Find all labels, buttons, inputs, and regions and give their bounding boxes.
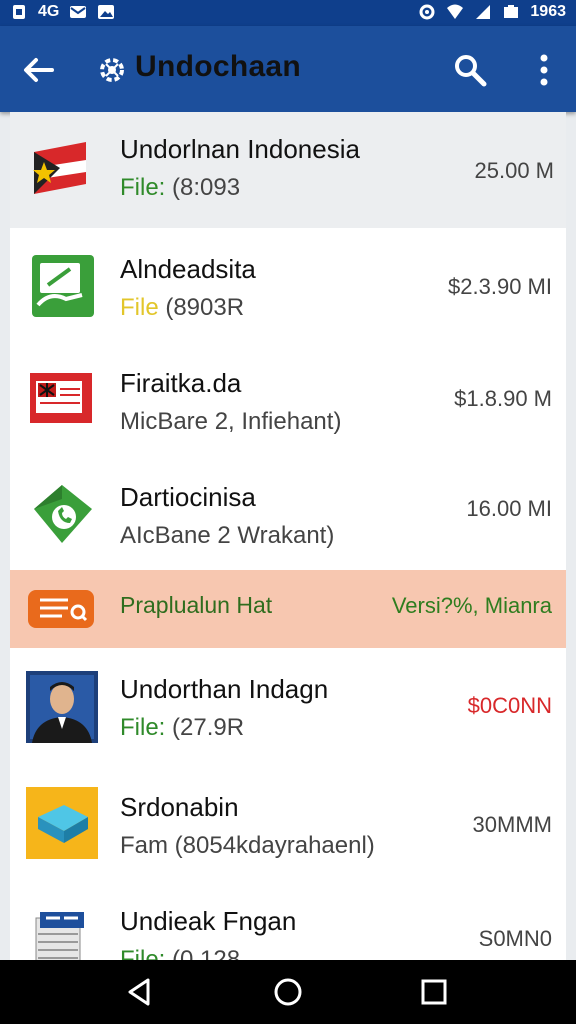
- mail-icon: [70, 6, 87, 18]
- file-value: Fam (8054kdayrahaenl): [120, 832, 375, 859]
- system-nav-bar: [0, 960, 576, 1024]
- item-subtitle: MicBare 2, Infiehant): [120, 408, 341, 436]
- file-value: (8903R: [158, 294, 245, 321]
- status-bar-left: 4G: [10, 3, 115, 21]
- signal-icon: [476, 5, 491, 19]
- gear-logo-icon: [100, 58, 124, 82]
- image-icon: [98, 5, 115, 19]
- clock: 1963: [530, 3, 566, 20]
- item-size: $1.8.90 M: [454, 386, 552, 411]
- app-title: Undochaan: [135, 50, 302, 83]
- item-size: $0C0NN: [467, 693, 552, 718]
- nav-recents-icon[interactable]: [416, 974, 452, 1010]
- search-icon[interactable]: [452, 52, 488, 88]
- item-subtitle: File (8903R: [120, 294, 244, 322]
- item-title: Srdonabin: [120, 792, 239, 822]
- nav-back-icon[interactable]: [122, 974, 158, 1010]
- blue-box-icon: [26, 787, 98, 859]
- arrow-left-icon[interactable]: [18, 50, 58, 90]
- orange-list-icon: [28, 590, 94, 628]
- item-size: S0MN0: [478, 926, 552, 951]
- green-phone-icon: [34, 485, 92, 543]
- item-subtitle: File: (0.128: [120, 946, 240, 960]
- flag-star-icon: [33, 142, 86, 194]
- item-size: 25.00 M: [474, 158, 555, 183]
- list-item[interactable]: Undorthan Indagn File: (27.9R $0C0NN: [10, 648, 566, 767]
- item-subtitle: Fam (8054kdayrahaenl): [120, 832, 375, 860]
- wifi-icon: [447, 4, 464, 19]
- list-item[interactable]: Undorlnan Indonesia File: (8:093 25.00 M: [10, 112, 566, 229]
- sync-icon: [419, 4, 435, 20]
- item-title: Alndeadsita: [120, 254, 256, 284]
- red-card-icon: [30, 373, 92, 423]
- status-bar: 4G 1963: [0, 0, 576, 26]
- app-list: Undorlnan Indonesia File: (8:093 25.00 M…: [10, 112, 566, 960]
- list-item[interactable]: Dartiocinisa AIcBane 2 Wrakant) 16.00 MI: [10, 456, 566, 571]
- item-size: $2.3.90 MI: [448, 274, 552, 299]
- item-title: Undorthan Indagn: [120, 674, 329, 704]
- file-label: File:: [120, 714, 166, 741]
- file-label: File:: [120, 946, 166, 960]
- app-bar: Undochaan: [0, 26, 576, 112]
- file-label: File: [120, 294, 159, 321]
- file-value: (27.9R: [165, 714, 245, 741]
- file-value: MicBare 2, Infiehant): [120, 408, 342, 435]
- item-version: Versi?%, Mianra: [391, 593, 552, 618]
- item-subtitle: AIcBane 2 Wrakant): [120, 522, 334, 550]
- more-vert-icon[interactable]: [532, 52, 556, 88]
- item-size: 16.00 MI: [466, 496, 552, 521]
- list-item[interactable]: Srdonabin Fam (8054kdayrahaenl) 30MMM: [10, 766, 566, 881]
- file-value: (0.128: [165, 946, 241, 960]
- person-photo-icon: [26, 671, 98, 743]
- file-value: AIcBane 2 Wrakant): [120, 522, 335, 549]
- list-item[interactable]: Undieak Fngan File: (0.128 S0MN0: [10, 880, 566, 960]
- item-title: Undorlnan Indonesia: [120, 134, 360, 164]
- sim-icon: [13, 5, 25, 19]
- item-title: Praplualun Hat: [120, 592, 273, 618]
- status-bar-right: 1963: [418, 3, 566, 21]
- item-subtitle: File: (8:093: [120, 174, 240, 202]
- item-title: Dartiocinisa: [120, 482, 256, 512]
- book-stack-icon: [35, 912, 84, 960]
- item-title: Undieak Fngan: [120, 906, 297, 936]
- item-subtitle: File: (27.9R: [120, 714, 244, 742]
- green-app-icon: [32, 255, 94, 317]
- network-label: 4G: [38, 3, 60, 20]
- item-size: 30MMM: [472, 812, 552, 837]
- item-title: Firaitka.da: [120, 368, 242, 398]
- list-item-highlighted[interactable]: Praplualun Hat Versi?%, Mianra: [10, 570, 566, 649]
- list-item[interactable]: Alndeadsita File (8903R $2.3.90 MI: [10, 228, 566, 343]
- battery-icon: [504, 5, 519, 18]
- nav-home-icon[interactable]: [270, 974, 306, 1010]
- file-label: File:: [120, 174, 166, 201]
- file-value: (8:093: [165, 174, 241, 201]
- list-item[interactable]: Firaitka.da MicBare 2, Infiehant) $1.8.9…: [10, 342, 566, 457]
